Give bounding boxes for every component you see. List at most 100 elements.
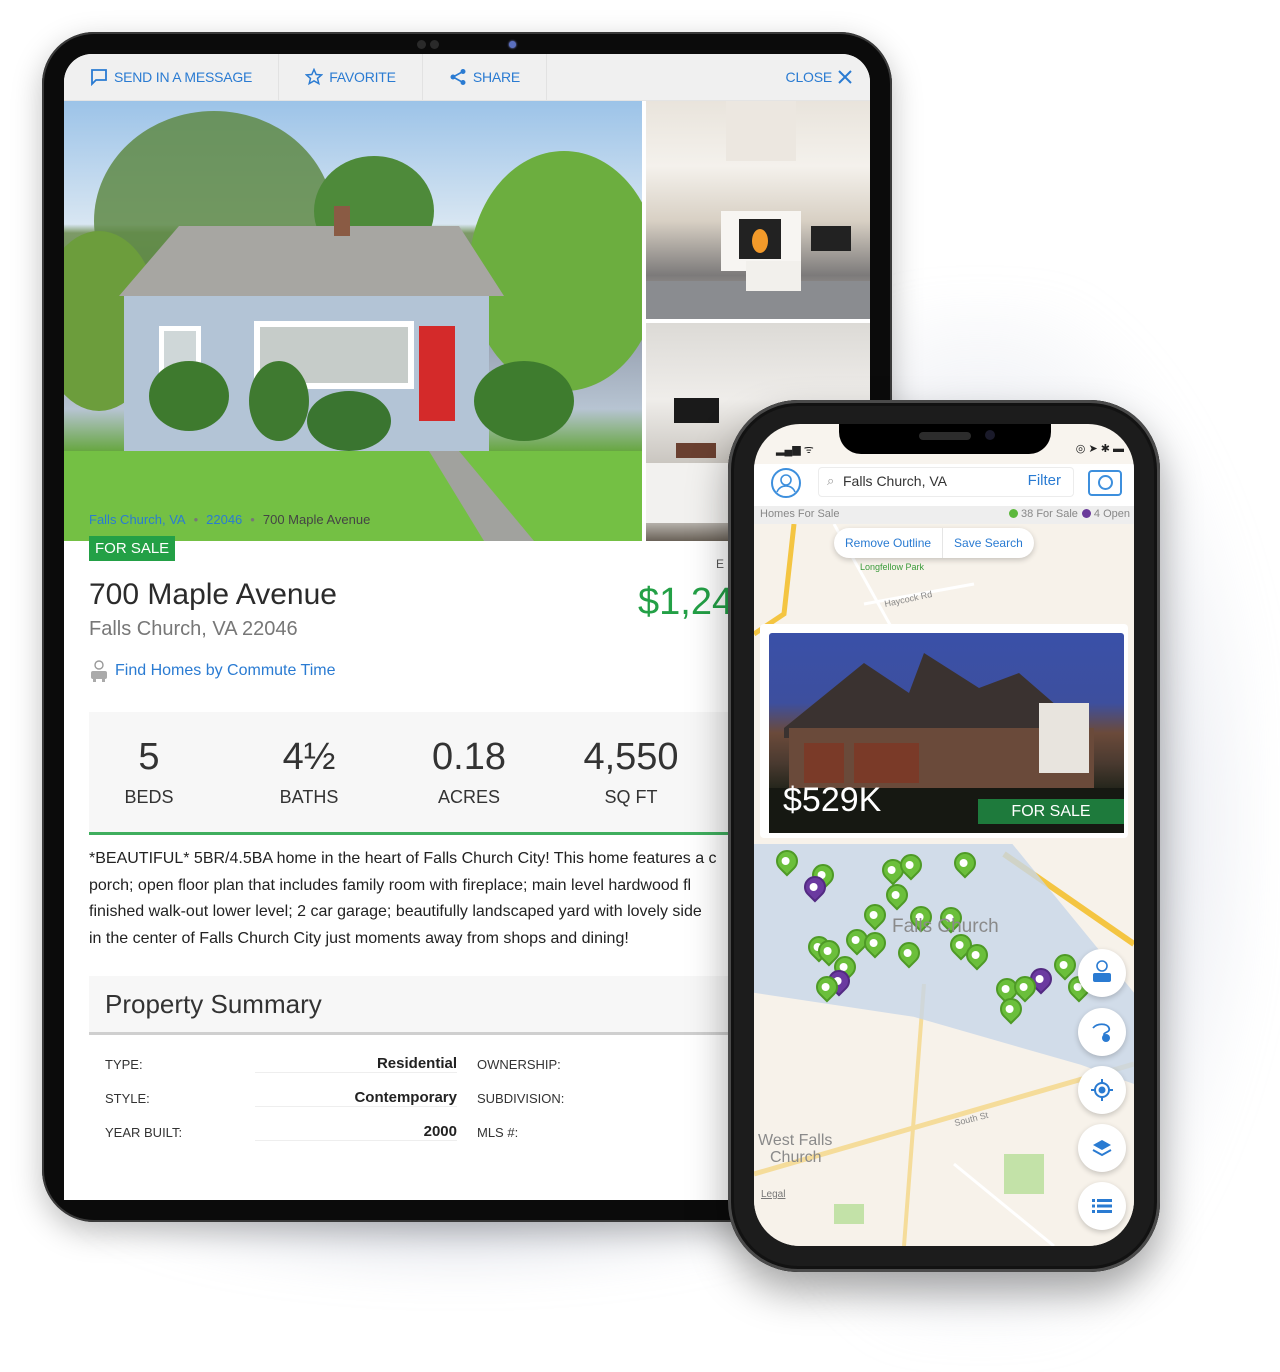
- description-line: finished walk-out lower level; 2 car gar…: [89, 903, 702, 920]
- living-room-photo[interactable]: [646, 101, 870, 319]
- breadcrumb-city[interactable]: Falls Church, VA: [89, 512, 186, 527]
- stat-acres: 0.18 ACRES: [409, 736, 529, 808]
- search-header: ⌕ Falls Church, VA Filter: [754, 464, 1134, 506]
- close-label: CLOSE: [785, 69, 833, 85]
- draw-icon: [1092, 1023, 1111, 1042]
- location-search-input[interactable]: ⌕ Falls Church, VA Filter: [818, 467, 1074, 497]
- speaker-grille: [919, 432, 971, 440]
- card-price: $529K: [783, 781, 882, 819]
- stat-label: BEDS: [124, 787, 174, 807]
- commute-button[interactable]: [1078, 949, 1126, 997]
- summary-key: TYPE:: [105, 1056, 143, 1072]
- listing-city: Falls Church, VA 22046: [89, 618, 298, 640]
- summary-key: OWNERSHIP:: [477, 1056, 561, 1072]
- property-summary-title: Property Summary: [89, 976, 789, 1035]
- layers-icon: [1092, 1140, 1112, 1157]
- map-search-screen: ▂▄▆ ᯤ ◎ ➤ ✱ ▬ ⌕ Falls Church, VA Filter …: [754, 424, 1134, 1246]
- living-room-illustration: [646, 101, 870, 319]
- stat-label: ACRES: [437, 787, 500, 807]
- stat-baths: 4½ BATHS: [249, 736, 369, 808]
- filter-button[interactable]: Filter: [1028, 472, 1061, 489]
- for-sale-count: 38 For Sale: [1021, 508, 1078, 520]
- locate-icon: [1091, 1079, 1113, 1101]
- favorite-button[interactable]: FAVORITE: [279, 54, 423, 100]
- stat-value: 4½: [282, 736, 336, 778]
- summary-value: 2000: [255, 1123, 457, 1141]
- summary-key: SUBDIVISION:: [477, 1090, 565, 1106]
- camera-lens: [509, 41, 516, 48]
- list-view-button[interactable]: [1078, 1182, 1126, 1230]
- area-label-line: West Falls: [758, 1132, 833, 1149]
- results-label: Homes For Sale: [760, 508, 840, 520]
- open-house-dot-icon: [1081, 509, 1091, 518]
- open-count: 4 Open: [1093, 508, 1130, 520]
- layers-button[interactable]: [1078, 1124, 1126, 1172]
- area-label: Falls Church: [892, 916, 999, 937]
- camera-icon[interactable]: [1088, 470, 1122, 496]
- listing-address: 700 Maple Avenue: [89, 578, 337, 611]
- house-illustration: [64, 111, 659, 541]
- breadcrumb-zip[interactable]: 22046: [206, 512, 242, 527]
- listing-toolbar: SEND IN A MESSAGE FAVORITE SHARE CLOSE: [64, 54, 870, 101]
- locate-me-button[interactable]: [1078, 1066, 1126, 1114]
- main-house-photo[interactable]: [64, 101, 659, 541]
- phone-device: ▂▄▆ ᯤ ◎ ➤ ✱ ▬ ⌕ Falls Church, VA Filter …: [728, 400, 1160, 1272]
- description-line: *BEAUTIFUL* 5BR/4.5BA home in the heart …: [89, 850, 717, 867]
- search-icon: ⌕: [827, 473, 835, 488]
- listing-price: $1,24: [638, 581, 734, 623]
- breadcrumb: Falls Church, VA • 22046 • 700 Maple Avenue: [89, 512, 371, 527]
- summary-key: STYLE:: [105, 1090, 150, 1106]
- map-action-pill: Remove Outline Save Search: [834, 528, 1034, 558]
- map-view[interactable]: Remove Outline Save Search Longfellow Pa…: [754, 524, 1134, 1246]
- save-search-button[interactable]: Save Search: [943, 536, 1034, 550]
- property-summary: Property Summary TYPE: Residential OWNER…: [89, 976, 789, 1149]
- description-line: in the center of Falls Church City just …: [89, 929, 629, 947]
- sensor-dot: [430, 40, 439, 49]
- listing-card-photo: $529K FOR SALE: [769, 633, 1124, 833]
- share-label: SHARE: [472, 69, 521, 85]
- stat-beds: 5 BEDS: [89, 736, 209, 808]
- close-icon: [838, 70, 852, 84]
- send-message-label: SEND IN A MESSAGE: [114, 69, 253, 85]
- summary-row: TYPE: Residential OWNERSHIP:: [89, 1047, 789, 1081]
- search-value: Falls Church, VA: [843, 473, 947, 489]
- close-button[interactable]: CLOSE: [760, 54, 870, 100]
- card-status: FOR SALE: [978, 799, 1124, 824]
- status-right-icons: ◎ ➤ ✱ ▬: [1075, 443, 1124, 455]
- share-button[interactable]: SHARE: [423, 54, 548, 100]
- sensor-dot: [417, 40, 426, 49]
- signal-wifi-icons: ▂▄▆ ᯤ: [776, 444, 814, 456]
- results-bar: Homes For Sale 38 For Sale 4 Open: [754, 506, 1134, 524]
- commute-link[interactable]: Find Homes by Commute Time: [89, 660, 336, 682]
- summary-key: YEAR BUILT:: [105, 1124, 183, 1140]
- listing-description: *BEAUTIFUL* 5BR/4.5BA home in the heart …: [89, 846, 749, 952]
- send-message-button[interactable]: SEND IN A MESSAGE: [64, 54, 280, 100]
- draw-outline-button[interactable]: [1078, 1008, 1126, 1056]
- profile-icon[interactable]: [771, 468, 801, 498]
- stat-sqft: 4,550 SQ FT: [571, 736, 691, 808]
- commute-link-label: Find Homes by Commute Time: [115, 662, 336, 679]
- for-sale-dot-icon: [1009, 509, 1019, 518]
- remove-outline-button[interactable]: Remove Outline: [834, 536, 942, 550]
- stat-value: 5: [138, 736, 160, 778]
- status-badge: FOR SALE: [89, 536, 176, 561]
- commute-icon: [1093, 960, 1111, 982]
- summary-key: MLS #:: [477, 1124, 519, 1140]
- list-icon: [1092, 1199, 1112, 1213]
- stat-label: BATHS: [279, 787, 339, 807]
- favorite-label: FAVORITE: [329, 69, 396, 85]
- star-icon: [305, 68, 324, 86]
- user-icon: [776, 474, 796, 493]
- summary-value: Residential: [255, 1055, 457, 1073]
- summary-row: YEAR BUILT: 2000 MLS #:: [89, 1115, 789, 1149]
- commute-car-icon: [91, 660, 107, 682]
- summary-value: Contemporary: [255, 1089, 457, 1107]
- legal-link[interactable]: Legal: [761, 1189, 785, 1200]
- phone-notch: [839, 424, 1051, 454]
- listing-card[interactable]: $529K FOR SALE: [760, 624, 1128, 838]
- stat-value: 0.18: [432, 736, 506, 778]
- stat-label: SQ FT: [604, 787, 658, 807]
- price-label-partial: E: [716, 557, 725, 571]
- breadcrumb-address: 700 Maple Avenue: [262, 512, 371, 527]
- description-line: porch; open floor plan that includes fam…: [89, 876, 692, 894]
